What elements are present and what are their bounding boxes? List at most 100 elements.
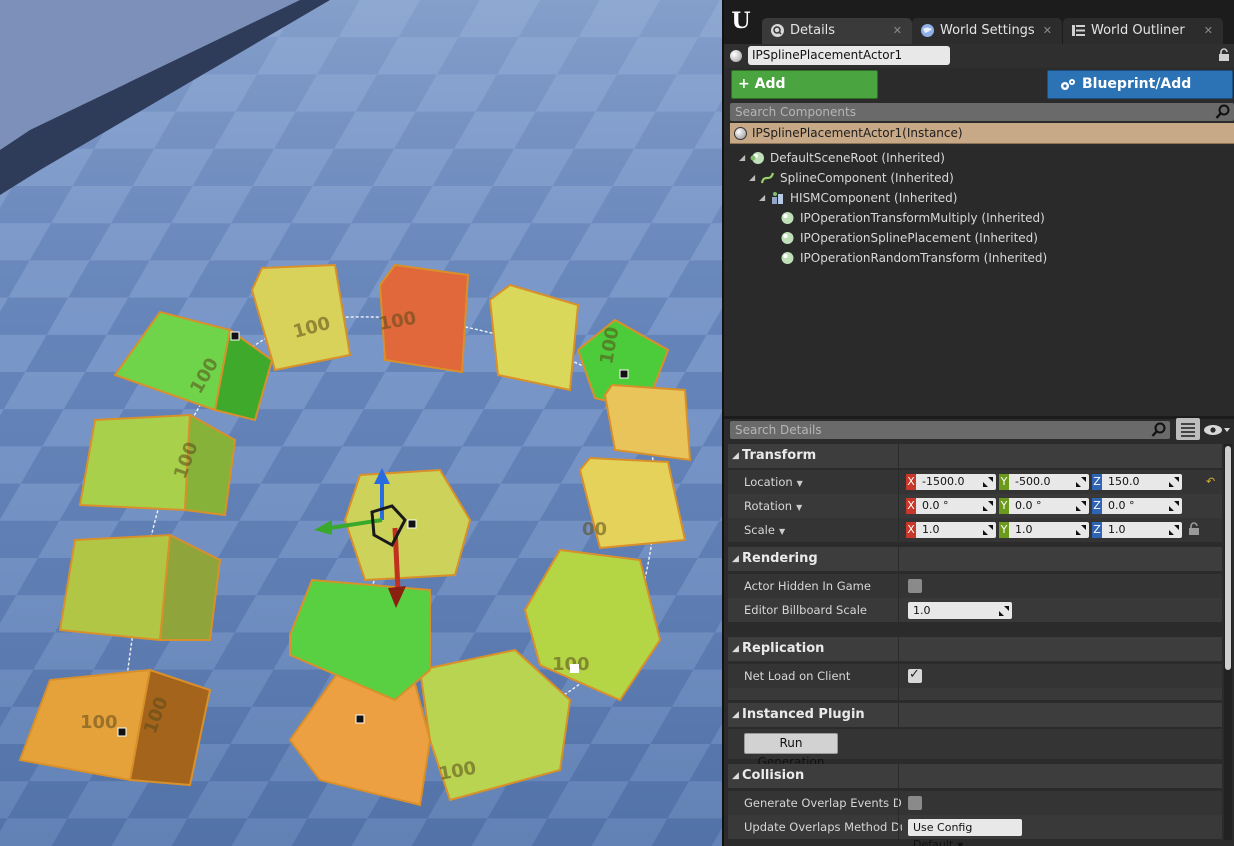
property-run-generation: Run Generation [728, 729, 1222, 769]
scrollbar-thumb[interactable] [1225, 446, 1231, 670]
scale-z-field[interactable]: Z 1.0 [1092, 522, 1182, 538]
collapse-arrow-icon[interactable]: ◢ [732, 547, 739, 571]
overlap-events-checkbox[interactable] [908, 796, 922, 810]
actor-name-row: IPSplinePlacementActor1 [724, 44, 1234, 68]
property-label: Editor Billboard Scale [744, 603, 867, 617]
tab-world-outliner[interactable]: World Outliner ✕ [1063, 18, 1223, 44]
tab-world-settings[interactable]: World Settings ✕ [912, 18, 1062, 44]
category-replication[interactable]: ◢ Replication [728, 637, 1222, 661]
close-icon[interactable]: ✕ [1043, 18, 1052, 44]
actor-name-field[interactable]: IPSplinePlacementActor1 [748, 46, 950, 65]
dropdown-arrow-icon[interactable]: ▼ [796, 503, 802, 512]
search-components-input[interactable]: Search Components [730, 103, 1234, 121]
close-icon[interactable]: ✕ [893, 18, 902, 44]
panel-splitter[interactable] [724, 416, 1234, 419]
tree-item-label: IPOperationSplinePlacement (Inherited) [800, 231, 1038, 245]
details-scrollbar[interactable] [1224, 444, 1232, 840]
tree-item-label: IPOperationRandomTransform (Inherited) [800, 251, 1048, 265]
tab-world-outliner-label: World Outliner [1091, 23, 1185, 38]
viewport-scene[interactable]: 100 100 100 100 100 100 00 100 100 100 [0, 0, 722, 846]
blueprint-add-script-button[interactable]: Blueprint/Add Script [1047, 70, 1233, 119]
eye-icon[interactable] [1202, 421, 1232, 439]
details-magnifier-icon [771, 24, 784, 37]
drag-arrow-icon [1169, 477, 1179, 487]
search-details-input[interactable]: Search Details [730, 421, 1170, 439]
lock-icon[interactable] [1218, 48, 1230, 62]
spline-icon [760, 172, 775, 184]
location-y-field[interactable]: Y -500.0 [999, 474, 1089, 490]
component-instance-row[interactable]: IPSplinePlacementActor1(Instance) [730, 123, 1234, 144]
rotation-y-field[interactable]: Y 0.0 ° [999, 498, 1089, 514]
category-collision[interactable]: ◢ Collision [728, 764, 1222, 788]
dropdown-arrow-icon[interactable]: ▼ [797, 479, 803, 488]
globe-icon [921, 24, 934, 37]
search-icon[interactable] [1151, 422, 1167, 438]
collapse-arrow-icon[interactable]: ◢ [732, 703, 739, 727]
tab-details[interactable]: Details ✕ [762, 18, 912, 44]
operation-sphere-icon [781, 212, 794, 224]
drag-arrow-icon [1076, 477, 1086, 487]
level-viewport[interactable]: 100 100 100 100 100 100 00 100 100 100 [0, 0, 722, 846]
scale-lock-icon[interactable] [1188, 522, 1200, 536]
property-label: Generate Overlap Events During [744, 796, 902, 810]
scale-y-field[interactable]: Y 1.0 [999, 522, 1089, 538]
search-details-placeholder: Search Details [735, 423, 822, 437]
add-component-button[interactable]: + Add Component [731, 70, 878, 119]
gear-icon [1061, 79, 1075, 90]
tree-item-label: HISMComponent (Inherited) [790, 191, 958, 205]
property-editor-billboard-scale: Editor Billboard Scale 1.0 [728, 598, 1222, 622]
tab-bar: U Details ✕ World Settings ✕ World Outli… [724, 0, 1234, 44]
actor-hidden-checkbox[interactable] [908, 579, 922, 593]
location-z-field[interactable]: Z 150.0 [1092, 474, 1182, 490]
drag-arrow-icon [1076, 501, 1086, 511]
update-overlaps-method-select[interactable]: Use Config Default ▼ [908, 819, 1022, 846]
property-location: Location ▼ X -1500.0 Y -500.0 Z 150.0 ↶ [728, 470, 1222, 494]
property-scale: Scale ▼ X 1.0 Y 1.0 Z 1.0 [728, 518, 1222, 542]
scale-x-field[interactable]: X 1.0 [906, 522, 996, 538]
expand-arrow-icon[interactable]: ◢ [749, 169, 755, 187]
drag-arrow-icon [983, 477, 993, 487]
search-icon[interactable] [1215, 104, 1231, 120]
collapse-arrow-icon[interactable]: ◢ [732, 444, 739, 468]
close-icon[interactable]: ✕ [1204, 18, 1213, 44]
actor-sphere-icon [730, 50, 742, 62]
expand-arrow-icon[interactable]: ◢ [739, 149, 745, 167]
drag-arrow-icon [983, 501, 993, 511]
property-actor-hidden-in-game: Actor Hidden In Game [728, 574, 1222, 598]
expand-arrow-icon[interactable]: ◢ [759, 189, 765, 207]
drag-arrow-icon [1169, 525, 1179, 535]
operation-sphere-icon [781, 252, 794, 264]
category-title: Replication [742, 641, 825, 656]
property-matrix-button[interactable] [1176, 418, 1200, 440]
outliner-list-icon [1072, 25, 1085, 36]
category-rendering[interactable]: ◢ Rendering [728, 547, 1222, 571]
category-instanced-plugin[interactable]: ◢ Instanced Plugin [728, 703, 1222, 727]
run-generation-button[interactable]: Run Generation [744, 733, 838, 769]
property-label: Update Overlaps Method During [744, 820, 902, 834]
category-title: Transform [742, 448, 817, 463]
tree-item-label: DefaultSceneRoot (Inherited) [770, 151, 945, 165]
rotation-x-field[interactable]: X 0.0 ° [906, 498, 996, 514]
drag-arrow-icon [1076, 525, 1086, 535]
collapse-arrow-icon[interactable]: ◢ [732, 637, 739, 661]
collapse-arrow-icon[interactable]: ◢ [732, 764, 739, 788]
rotation-z-field[interactable]: Z 0.0 ° [1092, 498, 1182, 514]
reset-to-default-icon[interactable]: ↶ [1206, 475, 1215, 488]
property-label: Location [744, 475, 793, 489]
operation-sphere-icon [781, 232, 794, 244]
tree-item-label: SplineComponent (Inherited) [780, 171, 954, 185]
property-label: Scale [744, 523, 775, 537]
property-label: Rotation [744, 499, 793, 513]
dropdown-arrow-icon[interactable]: ▼ [779, 527, 785, 536]
location-x-field[interactable]: X -1500.0 [906, 474, 996, 490]
drag-arrow-icon [1169, 501, 1179, 511]
search-components-placeholder: Search Components [735, 105, 856, 119]
tab-details-label: Details [790, 23, 836, 38]
dropdown-arrow-icon: ▼ [957, 841, 964, 846]
property-label: Actor Hidden In Game [744, 579, 871, 593]
net-load-checkbox[interactable]: ✓ [908, 667, 922, 683]
svg-text:100: 100 [80, 712, 118, 733]
actor-sphere-icon [734, 127, 747, 140]
billboard-scale-field[interactable]: 1.0 [908, 602, 1012, 619]
category-transform[interactable]: ◢ Transform [728, 444, 1222, 468]
